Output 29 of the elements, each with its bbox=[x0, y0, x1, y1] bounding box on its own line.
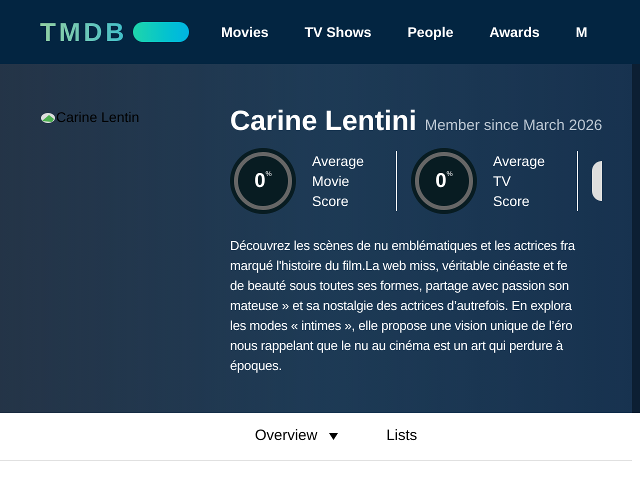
bio-text-line: de beauté sous toutes ses formes, partage avec passion son bbox=[230, 277, 570, 295]
score-value: 0 bbox=[435, 169, 446, 193]
score-value: 0 bbox=[254, 169, 266, 193]
profile-name: Carine Lentini bbox=[230, 104, 417, 138]
logo-pill-icon bbox=[133, 22, 190, 42]
broken-image-icon bbox=[40, 110, 56, 124]
nav-link[interactable]: Movies bbox=[221, 22, 269, 42]
profile-tab[interactable]: Overview bbox=[254, 425, 338, 448]
stat-label: Score bbox=[493, 192, 531, 211]
nav-link[interactable]: M bbox=[576, 22, 588, 42]
bio-text-line: Découvrez les scènes de nu emblématiques et les actrices fra bbox=[230, 237, 576, 255]
nav-link[interactable]: Awards bbox=[489, 22, 540, 42]
avatar-alt-text: Carine Lentin bbox=[56, 108, 140, 127]
bio-text-line: époques. bbox=[230, 357, 283, 375]
stat-label: Score bbox=[312, 192, 350, 211]
scrollbar[interactable] bbox=[632, 64, 640, 413]
stat-label: Movie bbox=[312, 172, 350, 191]
score-ring bbox=[592, 161, 602, 201]
profile-tab[interactable]: Lists bbox=[386, 425, 418, 448]
stat-label: Average bbox=[312, 152, 365, 171]
stat-label: Average bbox=[493, 152, 546, 171]
stat-label: TV bbox=[493, 172, 512, 191]
member-since: Member since March 2026 bbox=[424, 116, 602, 136]
bio-text-line: marqué l'histoire du film.La web miss, véritable cinéaste et fe bbox=[230, 257, 568, 275]
nav-link[interactable]: TV Shows bbox=[304, 22, 372, 42]
bio-text-line: les modes « intimes », elle propose une vision unique de l’éro bbox=[230, 317, 574, 335]
bio-text-line: nous rappelant que le nu au cinéma est un art qui perdure à bbox=[230, 337, 564, 355]
nav-link[interactable]: People bbox=[407, 22, 454, 42]
bio-text-line: mateuse » et sa nostalgie des actrices d’autrefois. En explora bbox=[230, 297, 573, 315]
